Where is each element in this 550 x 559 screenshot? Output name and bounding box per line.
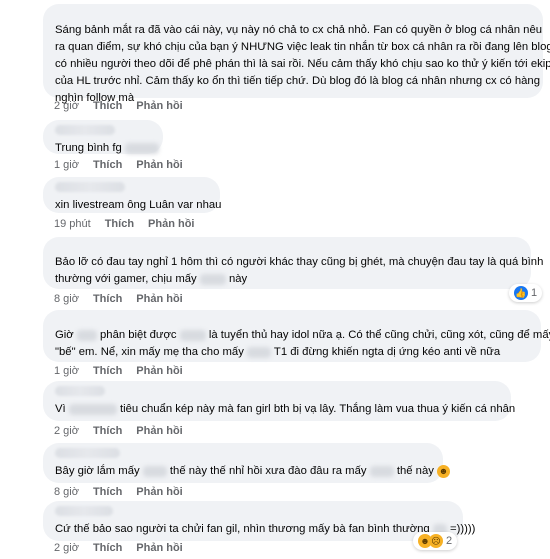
comment-time[interactable]: 1 giờ bbox=[54, 365, 79, 377]
like-button[interactable]: Thích bbox=[93, 542, 122, 554]
reaction-count: 1 bbox=[531, 287, 538, 299]
author-name-redacted[interactable] bbox=[55, 506, 113, 516]
reply-button[interactable]: Phản hồi bbox=[136, 425, 182, 437]
redacted-text bbox=[179, 329, 206, 341]
like-button[interactable]: Thích bbox=[93, 365, 122, 377]
like-button[interactable]: Thích bbox=[93, 425, 122, 437]
comment-time[interactable]: 2 giờ bbox=[54, 425, 79, 437]
reply-button[interactable]: Phản hồi bbox=[136, 100, 182, 112]
sad-emoji-icon: ☹ bbox=[429, 534, 443, 548]
reply-button[interactable]: Phản hồi bbox=[148, 218, 194, 230]
comment-text: thường với gamer, chịu mấy này bbox=[55, 273, 248, 285]
like-button[interactable]: Thích bbox=[93, 486, 122, 498]
comment-bubble: Cứ thế bảo sao người ta chửi fan gil, nh… bbox=[43, 501, 476, 541]
comment-text: xin livestream ông Luân var nhau bbox=[55, 199, 222, 211]
comment-text: ra quan điểm, sự khó chịu của bạn ý NHƯN… bbox=[55, 41, 550, 53]
like-button[interactable]: Thích bbox=[93, 159, 122, 171]
like-button[interactable]: Thích bbox=[105, 218, 134, 230]
comment-actions: 2 giờ Thích Phản hồi bbox=[54, 542, 183, 554]
redacted-text bbox=[124, 142, 159, 154]
comment-actions: 19 phút Thích Phản hồi bbox=[54, 218, 195, 230]
like-button[interactable]: Thích bbox=[93, 100, 122, 112]
comment-bubble: Giờ phân biệt được là tuyển thủ hay idol… bbox=[43, 310, 550, 362]
comment-actions: 8 giờ Thích Phản hồi bbox=[54, 486, 183, 498]
comment-actions: 8 giờ Thích Phản hồi bbox=[54, 293, 183, 305]
redacted-text bbox=[369, 465, 394, 477]
laughing-emoji-icon: ☻ bbox=[437, 464, 451, 478]
comment-text: Sáng bảnh mắt ra đã vào cái này, vụ này … bbox=[55, 24, 543, 36]
reaction-summary[interactable]: 👍 1 bbox=[509, 284, 543, 302]
comment-actions: 2 giờ Thích Phản hồi bbox=[54, 425, 183, 437]
comment-bubble: xin livestream ông Luân var nhau bbox=[43, 177, 222, 213]
comment-actions: 1 giờ Thích Phản hồi bbox=[54, 159, 183, 171]
comment-bubble: Trung bình fg bbox=[43, 120, 163, 154]
author-name-redacted[interactable] bbox=[55, 125, 115, 135]
comment-text: Cứ thế bảo sao người ta chửi fan gil, nh… bbox=[55, 523, 476, 535]
redacted-text bbox=[142, 465, 167, 477]
like-icon: 👍 bbox=[514, 286, 528, 300]
comment-time[interactable]: 2 giờ bbox=[54, 100, 79, 112]
comment-text: Trung bình fg bbox=[55, 140, 159, 157]
author-name-redacted[interactable] bbox=[55, 182, 125, 192]
reply-button[interactable]: Phản hồi bbox=[136, 486, 182, 498]
comment-time[interactable]: 8 giờ bbox=[54, 486, 79, 498]
comment-text: có nhiều người theo dõi để phê phán thì … bbox=[55, 58, 550, 70]
redacted-text bbox=[68, 403, 117, 415]
comment-text: Bây giờ lắm mấy thế này thế nhỉ hồi xưa … bbox=[55, 464, 451, 478]
redacted-text bbox=[199, 273, 226, 285]
comment-actions: 1 giờ Thích Phản hồi bbox=[54, 365, 183, 377]
reply-button[interactable]: Phản hồi bbox=[136, 365, 182, 377]
redacted-text bbox=[246, 346, 271, 358]
comment-bubble: Bây giờ lắm mấy thế này thế nhỉ hồi xưa … bbox=[43, 443, 451, 483]
author-name-redacted[interactable] bbox=[55, 448, 120, 458]
redacted-text bbox=[76, 329, 97, 341]
comment-text: Bảo lỡ có đau tay nghỉ 1 hôm thì có ngườ… bbox=[55, 256, 544, 268]
comment-bubble: Bảo lỡ có đau tay nghỉ 1 hôm thì có ngườ… bbox=[43, 237, 544, 289]
comment-bubble: Vì tiêu chuẩn kép này mà fan girl bth bị… bbox=[43, 381, 516, 421]
comment-text: của HL trước nhỉ. Cảm thấy ko ổn thì tiế… bbox=[55, 75, 540, 87]
comment-actions: 2 giờ Thích Phản hồi bbox=[54, 100, 183, 112]
reply-button[interactable]: Phản hồi bbox=[136, 542, 182, 554]
like-button[interactable]: Thích bbox=[93, 293, 122, 305]
author-name-redacted[interactable] bbox=[55, 386, 105, 396]
reaction-summary[interactable]: ☻ ☹ 2 bbox=[413, 532, 458, 550]
comment-bubble: Sáng bảnh mắt ra đã vào cái này, vụ này … bbox=[43, 4, 550, 104]
comment-time[interactable]: 19 phút bbox=[54, 218, 91, 230]
comment-time[interactable]: 2 giờ bbox=[54, 542, 79, 554]
comment-text: "bế" em. Nể, xin mấy mẹ tha cho mấy T1 đ… bbox=[55, 346, 501, 358]
comment-time[interactable]: 8 giờ bbox=[54, 293, 79, 305]
comment-time[interactable]: 1 giờ bbox=[54, 159, 79, 171]
comment-text: Vì tiêu chuẩn kép này mà fan girl bth bị… bbox=[55, 403, 516, 415]
comment-text: Giờ phân biệt được là tuyển thủ hay idol… bbox=[55, 329, 550, 341]
reaction-count: 2 bbox=[446, 535, 453, 547]
reply-button[interactable]: Phản hồi bbox=[136, 293, 182, 305]
reply-button[interactable]: Phản hồi bbox=[136, 159, 182, 171]
